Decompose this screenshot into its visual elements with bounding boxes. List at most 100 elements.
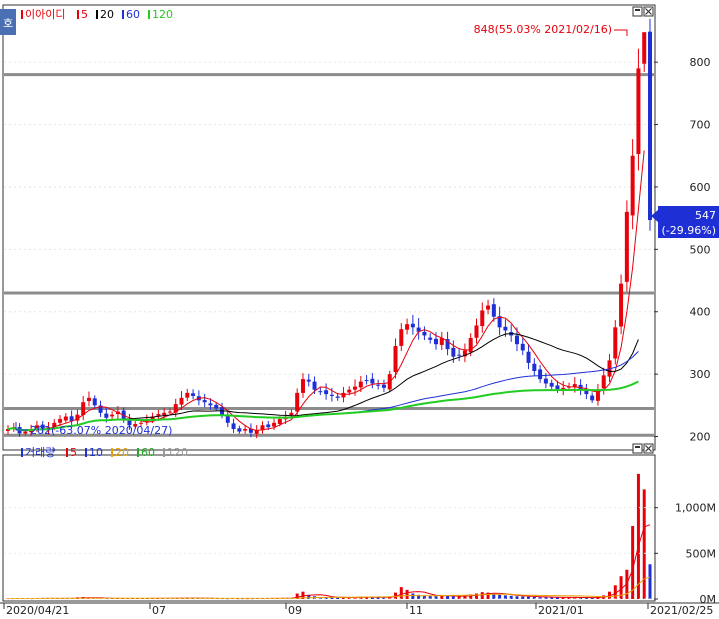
candle-body-62 bbox=[364, 380, 369, 382]
candle-body-17 bbox=[104, 413, 109, 418]
candle-body-65 bbox=[381, 384, 386, 388]
volume-bar-70 bbox=[411, 593, 415, 599]
price-tick-label-6: 200 bbox=[690, 431, 711, 444]
x-tick-label-3: 11 bbox=[409, 604, 423, 617]
price-tick-label-5: 300 bbox=[690, 368, 711, 381]
volume-legend-label-0: 거래량 bbox=[25, 446, 55, 459]
candle-body-38 bbox=[225, 415, 230, 423]
candle-body-77 bbox=[451, 347, 456, 357]
candle-body-60 bbox=[353, 386, 358, 390]
candle-body-69 bbox=[405, 324, 410, 330]
candle-body-14 bbox=[86, 397, 91, 402]
candle-body-111 bbox=[648, 31, 652, 221]
volume-tick-label-1: 500M bbox=[686, 547, 717, 560]
candle-body-27 bbox=[162, 412, 167, 416]
candle-body-18 bbox=[110, 414, 115, 417]
volume-legend-mark-3 bbox=[111, 448, 113, 457]
volume-bar-81 bbox=[474, 593, 478, 599]
candle-body-47 bbox=[277, 419, 282, 424]
volume-bar-86 bbox=[503, 595, 507, 599]
volume-legend-mark-4 bbox=[137, 448, 139, 457]
candle-body-40 bbox=[237, 428, 242, 432]
x-tick-label-1: 07 bbox=[152, 604, 166, 617]
price-legend-label-1: 5 bbox=[81, 8, 88, 21]
candle-body-88 bbox=[514, 335, 519, 345]
price-legend-mark-0 bbox=[21, 10, 23, 19]
candle-body-9 bbox=[58, 419, 63, 423]
price-legend-label-0: 이아이디 bbox=[25, 8, 65, 21]
price-maximize-icon[interactable] bbox=[632, 6, 643, 17]
candle-body-105 bbox=[613, 327, 618, 359]
candle-body-110 bbox=[642, 32, 647, 64]
price-tick-label-2: 600 bbox=[690, 181, 711, 194]
x-tick-label-2: 09 bbox=[288, 604, 302, 617]
volume-legend-mark-5 bbox=[163, 448, 165, 457]
candle-body-83 bbox=[486, 305, 491, 310]
candle-body-64 bbox=[376, 384, 381, 386]
candle-body-101 bbox=[590, 395, 595, 401]
volume-legend-label-5: 120 bbox=[167, 446, 188, 459]
volume-legend-label-4: 60 bbox=[141, 446, 155, 459]
candle-body-82 bbox=[480, 310, 485, 327]
candle-body-84 bbox=[491, 304, 496, 317]
price-tick-label-1: 700 bbox=[690, 119, 711, 132]
price-legend-label-4: 120 bbox=[152, 8, 173, 21]
candle-body-3 bbox=[23, 431, 28, 434]
volume-tick-label-0: 1,000M bbox=[675, 502, 716, 515]
stock-chart: 호 이아이디 5 20 60 120 거래량 5 10 20 60 120 800 700 600 50… bbox=[0, 4, 719, 617]
volume-legend-mark-1 bbox=[66, 448, 68, 457]
candle-body-90 bbox=[526, 351, 531, 363]
candle-body-52 bbox=[306, 379, 311, 382]
candle-body-45 bbox=[266, 424, 271, 428]
volume-bar-111 bbox=[648, 564, 652, 599]
candle-body-53 bbox=[312, 381, 317, 390]
candle-body-59 bbox=[347, 389, 352, 393]
x-tick-label-5: 2021/02/25 bbox=[650, 604, 713, 617]
side-tab-label: 호 bbox=[3, 17, 13, 30]
volume-maximize-icon[interactable] bbox=[632, 443, 643, 454]
candle-body-93 bbox=[543, 378, 548, 384]
volume-legend-label-3: 20 bbox=[115, 446, 129, 459]
candle-body-92 bbox=[538, 369, 543, 380]
candle-body-78 bbox=[457, 354, 462, 356]
x-tick-label-4: 2021/01 bbox=[538, 604, 584, 617]
candle-body-26 bbox=[156, 414, 161, 416]
candle-body-50 bbox=[295, 392, 300, 412]
price-axis: 800 700 600 500 400 300 200 bbox=[654, 56, 711, 444]
candle-body-86 bbox=[503, 326, 508, 331]
candle-body-57 bbox=[335, 396, 340, 398]
current-change: (-29.96%) bbox=[662, 224, 717, 237]
volume-bar-85 bbox=[498, 594, 502, 599]
candle-body-108 bbox=[630, 155, 635, 216]
candle-body-63 bbox=[370, 378, 375, 384]
candle-body-34 bbox=[202, 400, 207, 403]
price-legend-mark-2 bbox=[96, 10, 98, 19]
price-tick-label-4: 400 bbox=[690, 306, 711, 319]
candle-body-109 bbox=[636, 68, 641, 155]
volume-legend-mark-0 bbox=[21, 448, 23, 457]
candle-body-56 bbox=[329, 394, 334, 396]
high-annotation: 848(55.03% 2021/02/16) bbox=[474, 23, 612, 36]
candle-body-28 bbox=[167, 411, 172, 413]
candle-body-15 bbox=[92, 398, 97, 406]
price-legend-label-3: 60 bbox=[126, 8, 140, 21]
current-price: 547 bbox=[695, 209, 716, 222]
candle-body-89 bbox=[520, 343, 525, 351]
candle-body-74 bbox=[434, 338, 438, 345]
candle-body-73 bbox=[428, 337, 433, 340]
volume-bar-109 bbox=[636, 473, 640, 599]
volume-bar-89 bbox=[521, 596, 525, 599]
candle-body-49 bbox=[289, 412, 294, 416]
candle-body-81 bbox=[474, 325, 479, 338]
candle-body-36 bbox=[214, 404, 219, 409]
x-tick-label-0: 2020/04/21 bbox=[6, 604, 69, 617]
volume-legend-mark-2 bbox=[85, 448, 87, 457]
volume-bar-82 bbox=[480, 592, 484, 599]
candle-body-55 bbox=[324, 390, 329, 395]
x-axis: 2020/04/21 07 09 11 2021/01 2021/02/25 bbox=[0, 602, 719, 617]
candle-body-31 bbox=[185, 392, 190, 398]
price-tick-label-3: 500 bbox=[690, 243, 711, 256]
low-annotation: 202(-63.07% 2020/04/27) bbox=[30, 424, 172, 437]
price-legend-mark-4 bbox=[148, 10, 150, 19]
candle-body-32 bbox=[191, 393, 196, 396]
